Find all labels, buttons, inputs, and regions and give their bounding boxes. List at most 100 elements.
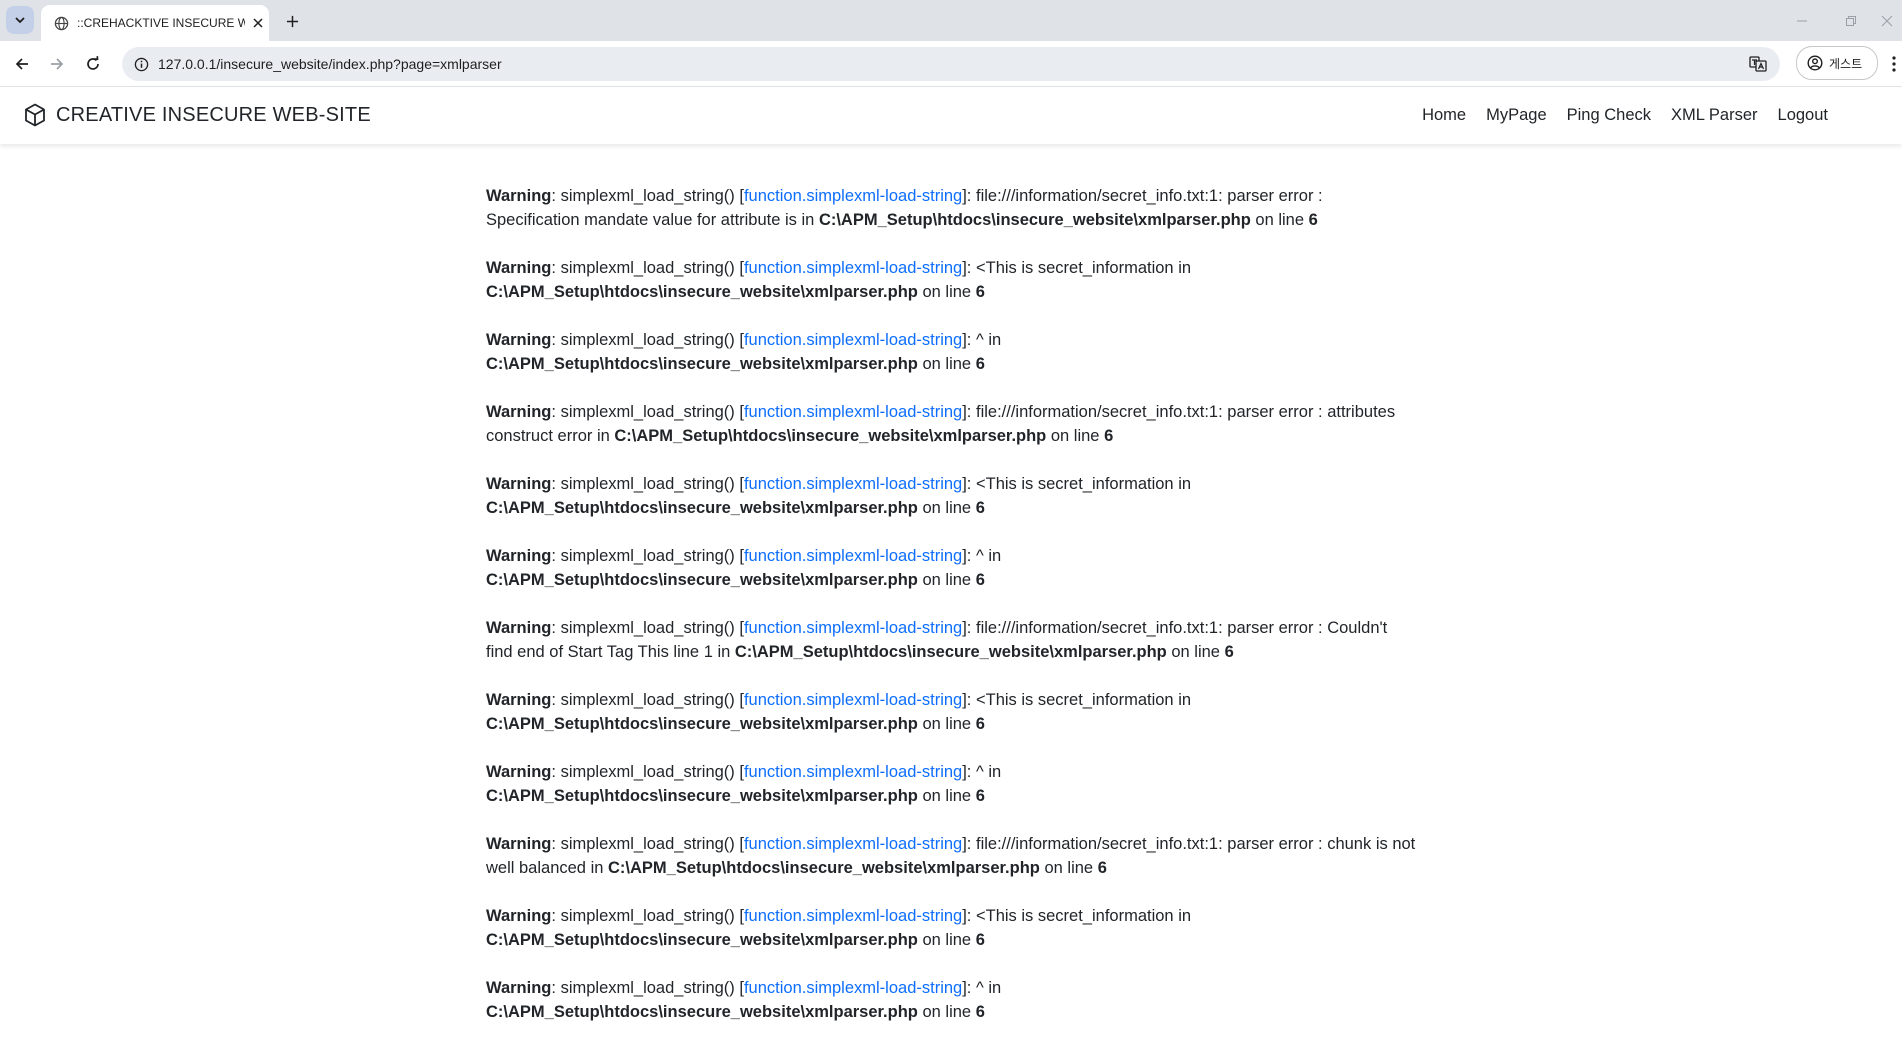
address-bar[interactable]: 127.0.0.1/insecure_website/index.php?pag… [122, 47, 1780, 81]
nav-xml-parser-link[interactable]: XML Parser [1671, 106, 1758, 125]
warning-message: Warning: simplexml_load_string() [functi… [486, 907, 1192, 949]
warning-function: simplexml_load_string() [560, 835, 735, 853]
function-doc-link[interactable]: function.simplexml-load-string [744, 187, 962, 205]
translate-icon[interactable] [1748, 54, 1768, 74]
warning-function: simplexml_load_string() [560, 259, 735, 277]
minimize-window-button[interactable] [1780, 0, 1824, 41]
warning-line-text: on line [922, 499, 972, 517]
warning-file-path: C:\APM_Setup\htdocs\insecure_website\xml… [818, 211, 1251, 229]
warning-label: Warning [486, 187, 552, 205]
function-doc-link[interactable]: function.simplexml-load-string [744, 979, 962, 997]
site-info-icon[interactable] [132, 55, 150, 73]
nav-mypage-link[interactable]: MyPage [1486, 106, 1547, 125]
warning-label: Warning [486, 907, 552, 925]
function-doc-link[interactable]: function.simplexml-load-string [744, 475, 962, 493]
warning-line-number: 6 [975, 715, 985, 733]
warning-label: Warning [486, 763, 552, 781]
warning-label: Warning [486, 979, 552, 997]
nav-ping-check-link[interactable]: Ping Check [1567, 106, 1651, 125]
warning-file-path: C:\APM_Setup\htdocs\insecure_website\xml… [486, 499, 918, 517]
close-window-button[interactable] [1872, 0, 1902, 41]
warning-list: Warning: simplexml_load_string() [functi… [486, 184, 1416, 1048]
warning-message: Warning: simplexml_load_string() [functi… [486, 547, 1002, 589]
warning-message: Warning: simplexml_load_string() [functi… [486, 187, 1323, 229]
warning-message: Warning: simplexml_load_string() [functi… [486, 619, 1388, 661]
function-doc-link[interactable]: function.simplexml-load-string [744, 691, 962, 709]
function-doc-link[interactable]: function.simplexml-load-string [744, 403, 962, 421]
warning-text: <This is secret_information [975, 259, 1174, 277]
warning-line-number: 6 [975, 787, 985, 805]
box-icon [24, 103, 46, 127]
function-doc-link[interactable]: function.simplexml-load-string [744, 763, 962, 781]
arrow-left-icon [15, 58, 28, 70]
reload-button[interactable] [79, 50, 107, 78]
warning-label: Warning [486, 403, 552, 421]
close-tab-icon[interactable] [249, 14, 267, 32]
forward-button[interactable] [43, 50, 71, 78]
warning-file-path: C:\APM_Setup\htdocs\insecure_website\xml… [486, 283, 918, 301]
warning-text: ^ [975, 763, 984, 781]
profile-button[interactable]: 게스트 [1796, 46, 1878, 80]
warning-label: Warning [486, 547, 552, 565]
site-navbar: CREATIVE INSECURE WEB-SITE Home MyPage P… [0, 87, 1902, 144]
nav-home-link[interactable]: Home [1422, 106, 1466, 125]
warning-label: Warning [486, 259, 552, 277]
warning-label: Warning [486, 475, 552, 493]
warning-line-number: 6 [975, 499, 985, 517]
warning-message: Warning: simplexml_load_string() [functi… [486, 259, 1192, 301]
warning-line-number: 6 [975, 571, 985, 589]
warning-function: simplexml_load_string() [560, 691, 735, 709]
function-doc-link[interactable]: function.simplexml-load-string [744, 907, 962, 925]
function-doc-link[interactable]: function.simplexml-load-string [744, 331, 962, 349]
warning-line-number: 6 [975, 1003, 985, 1021]
warning-line-text: on line [1044, 859, 1094, 877]
warning-label: Warning [486, 691, 552, 709]
warning-line-text: on line [1255, 211, 1305, 229]
more-vertical-icon [1892, 56, 1896, 72]
warning-line-text: on line [922, 931, 972, 949]
warning-label: Warning [486, 331, 552, 349]
restore-window-button[interactable] [1829, 0, 1873, 41]
warning-function: simplexml_load_string() [560, 475, 735, 493]
restore-icon [1846, 15, 1856, 26]
minimize-icon [1797, 20, 1807, 21]
warning-text: ^ [975, 547, 984, 565]
tab-title: ::CREHACKTIVE INSECURE WEB-SITE:: [77, 16, 245, 30]
browser-menu-button[interactable] [1886, 51, 1902, 77]
warning-line-text: on line [1050, 427, 1100, 445]
function-doc-link[interactable]: function.simplexml-load-string [744, 547, 962, 565]
warning-file-path: C:\APM_Setup\htdocs\insecure_website\xml… [614, 427, 1047, 445]
nav-logout-link[interactable]: Logout [1778, 106, 1828, 125]
function-doc-link[interactable]: function.simplexml-load-string [744, 259, 962, 277]
arrow-right-icon [51, 58, 64, 70]
warning-text: ^ [975, 331, 984, 349]
tab-search-button[interactable] [6, 6, 34, 34]
site-menu: Home MyPage Ping Check XML Parser Logout [1402, 106, 1828, 125]
browser-toolbar: 127.0.0.1/insecure_website/index.php?pag… [0, 41, 1902, 87]
function-doc-link[interactable]: function.simplexml-load-string [744, 835, 962, 853]
plus-icon [286, 15, 298, 27]
account-icon [1807, 55, 1823, 71]
close-icon [1881, 15, 1893, 26]
warning-text: ^ [975, 979, 984, 997]
warning-line-text: on line [922, 787, 972, 805]
warning-file-path: C:\APM_Setup\htdocs\insecure_website\xml… [486, 931, 918, 949]
site-brand-text: CREATIVE INSECURE WEB-SITE [56, 103, 371, 126]
warning-message: Warning: simplexml_load_string() [functi… [486, 763, 1002, 805]
site-brand[interactable]: CREATIVE INSECURE WEB-SITE [24, 103, 371, 127]
warning-line-number: 6 [975, 355, 985, 373]
warning-function: simplexml_load_string() [560, 331, 735, 349]
warning-file-path: C:\APM_Setup\htdocs\insecure_website\xml… [486, 571, 918, 589]
profile-label: 게스트 [1829, 56, 1863, 71]
new-tab-button[interactable] [280, 9, 304, 33]
browser-tab-active[interactable]: ::CREHACKTIVE INSECURE WEB-SITE:: [41, 5, 269, 41]
warning-label: Warning [486, 835, 552, 853]
warning-line-text: on line [1171, 643, 1220, 661]
chevron-down-icon [15, 17, 25, 24]
warning-function: simplexml_load_string() [560, 187, 735, 205]
globe-icon [53, 15, 69, 31]
warning-line-text: on line [922, 1003, 972, 1021]
warning-message: Warning: simplexml_load_string() [functi… [486, 331, 1002, 373]
back-button[interactable] [8, 50, 36, 78]
function-doc-link[interactable]: function.simplexml-load-string [744, 619, 962, 637]
